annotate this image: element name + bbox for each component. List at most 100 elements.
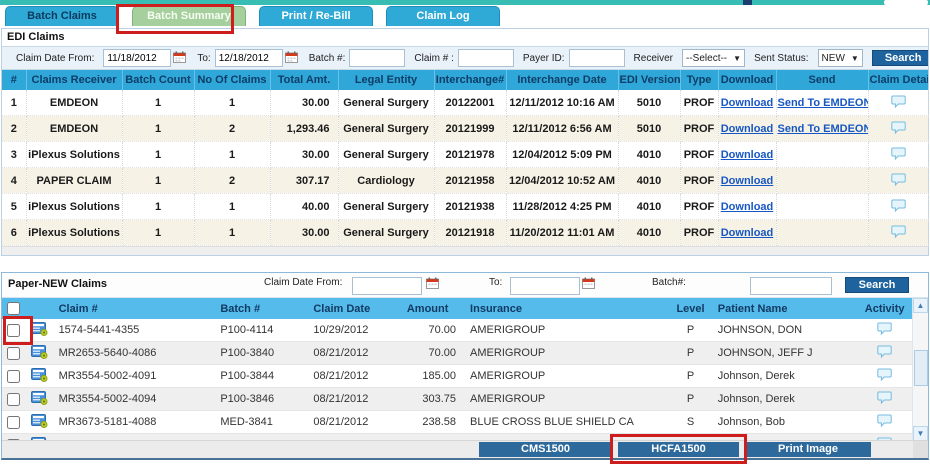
paper-cell-claim: MR2653-5640-4086 <box>55 342 217 365</box>
activity-icon[interactable] <box>877 345 892 361</box>
paper-search-button[interactable]: Search <box>845 277 909 293</box>
send-to-emdeon-link[interactable]: Send To EMDEON <box>778 97 869 109</box>
paper-column-header: Amount <box>390 298 466 319</box>
batch-number-input[interactable] <box>349 49 405 67</box>
claim-date-from-label: Claim Date From: <box>16 53 94 64</box>
receiver-label: Receiver <box>634 53 673 64</box>
claim-date-from-input[interactable] <box>103 49 171 67</box>
edi-table-body: 1EMDEON1130.00General Surgery2012200112/… <box>2 90 928 246</box>
paper-claim-date-to-input[interactable] <box>510 277 580 295</box>
claim-form-icon[interactable] <box>31 345 48 362</box>
hcfa1500-button[interactable]: HCFA1500 <box>618 442 739 457</box>
download-link[interactable]: Download <box>721 123 774 135</box>
edi-column-header: Claim Details <box>868 70 928 90</box>
edi-cell-claim-details <box>868 220 928 246</box>
edi-cell-interchange: 20121918 <box>434 220 506 246</box>
select-all-checkbox[interactable] <box>7 302 20 315</box>
calendar-icon[interactable] <box>582 277 595 292</box>
claim-details-icon[interactable] <box>891 173 906 189</box>
scrollbar-thumb[interactable] <box>914 350 928 386</box>
paper-cell-amount: 70.00 <box>390 319 466 342</box>
send-to-emdeon-link[interactable]: Send To EMDEON <box>778 123 869 135</box>
receiver-select[interactable]: --Select-- ▼ <box>682 49 745 67</box>
download-link[interactable]: Download <box>721 149 774 161</box>
scroll-down-icon[interactable]: ▼ <box>913 426 928 441</box>
edi-cell-total-amt: 30.00 <box>270 142 338 168</box>
claim-form-icon[interactable] <box>31 414 48 431</box>
paper-cell-batch: P100-4114 <box>216 319 309 342</box>
edi-cell-interchange: 20121999 <box>434 116 506 142</box>
paper-column-header: Activity <box>857 298 913 319</box>
paper-batch-input[interactable] <box>750 277 832 295</box>
paper-cell-batch: P100-3840 <box>216 342 309 365</box>
edi-cell-num: 6 <box>2 220 26 246</box>
row-checkbox[interactable] <box>7 347 20 360</box>
activity-icon[interactable] <box>877 368 892 384</box>
edi-table-header-row: #Claims ReceiverBatch CountNo Of ClaimsT… <box>2 70 928 90</box>
edi-claims-table: #Claims ReceiverBatch CountNo Of ClaimsT… <box>2 70 929 246</box>
paper-cell-amount: 185.00 <box>390 365 466 388</box>
claim-details-icon[interactable] <box>891 95 906 111</box>
claim-details-icon[interactable] <box>891 121 906 137</box>
claim-date-to-input[interactable] <box>215 49 283 67</box>
claim-number-input[interactable] <box>458 49 514 67</box>
edi-cell-claim-details <box>868 142 928 168</box>
paper-cell-date: 08/21/2012 <box>309 388 390 411</box>
paper-column-header: Insurance <box>466 298 668 319</box>
edi-cell-send: Send To EMDEON <box>776 90 868 116</box>
tab-print-rebill[interactable]: Print / Re-Bill <box>259 6 373 26</box>
row-checkbox[interactable] <box>7 393 20 406</box>
edi-cell-receiver: EMDEON <box>26 116 122 142</box>
download-link[interactable]: Download <box>721 97 774 109</box>
claim-form-icon[interactable] <box>31 322 48 339</box>
paper-table-row: MR2653-5640-4086P100-384008/21/201270.00… <box>2 342 913 365</box>
row-checkbox[interactable] <box>7 324 20 337</box>
paper-cell-form-icon <box>26 365 54 388</box>
edi-search-button[interactable]: Search <box>872 50 928 66</box>
calendar-icon[interactable] <box>173 51 186 66</box>
scroll-up-icon[interactable]: ▲ <box>913 298 928 313</box>
tab-batch-summary[interactable]: Batch Summary <box>132 6 246 26</box>
print-image-button[interactable]: Print Image <box>745 442 871 457</box>
claim-form-icon[interactable] <box>31 368 48 385</box>
edi-table-row: 1EMDEON1130.00General Surgery2012200112/… <box>2 90 928 116</box>
tab-claim-log[interactable]: Claim Log <box>386 6 500 26</box>
edi-cell-edi-version: 5010 <box>618 90 680 116</box>
activity-icon[interactable] <box>877 414 892 430</box>
edi-cell-batch-count: 1 <box>122 116 194 142</box>
download-link[interactable]: Download <box>721 201 774 213</box>
row-checkbox[interactable] <box>7 416 20 429</box>
claim-form-icon[interactable] <box>31 391 48 408</box>
download-link[interactable]: Download <box>721 227 774 239</box>
edi-table-row: 6iPlexus Solutions1130.00General Surgery… <box>2 220 928 246</box>
download-link[interactable]: Download <box>721 175 774 187</box>
edi-cell-type: PROF <box>680 220 718 246</box>
paper-cell-claim: 1574-5441-4355 <box>55 319 217 342</box>
paper-cell-activity <box>857 319 913 342</box>
edi-cell-num: 3 <box>2 142 26 168</box>
activity-icon[interactable] <box>877 322 892 338</box>
edi-cell-claim-details <box>868 90 928 116</box>
row-checkbox[interactable] <box>7 370 20 383</box>
sent-status-select[interactable]: NEW ▼ <box>818 49 863 67</box>
payer-id-input[interactable] <box>569 49 625 67</box>
paper-cell-patient: Johnson, Derek <box>714 365 858 388</box>
claim-details-icon[interactable] <box>891 225 906 241</box>
edi-column-header: EDI Version <box>618 70 680 90</box>
paper-table-body: 1574-5441-4355P100-411410/29/201270.00AM… <box>2 319 913 457</box>
calendar-icon[interactable] <box>285 51 298 66</box>
paper-table-scrollbar[interactable]: ▲ ▼ <box>912 298 928 441</box>
edi-cell-type: PROF <box>680 90 718 116</box>
activity-icon[interactable] <box>877 391 892 407</box>
calendar-icon[interactable] <box>426 277 439 292</box>
cms1500-button[interactable]: CMS1500 <box>479 442 612 457</box>
edi-column-header: Send <box>776 70 868 90</box>
paper-claim-date-from-input[interactable] <box>352 277 422 295</box>
claim-details-icon[interactable] <box>891 199 906 215</box>
claim-details-icon[interactable] <box>891 147 906 163</box>
edi-cell-num: 5 <box>2 194 26 220</box>
sent-status-label: Sent Status: <box>754 53 808 64</box>
paper-cell-level: P <box>668 365 713 388</box>
paper-cell-insurance: AMERIGROUP <box>466 388 668 411</box>
tab-batch-claims[interactable]: Batch Claims <box>5 6 119 26</box>
